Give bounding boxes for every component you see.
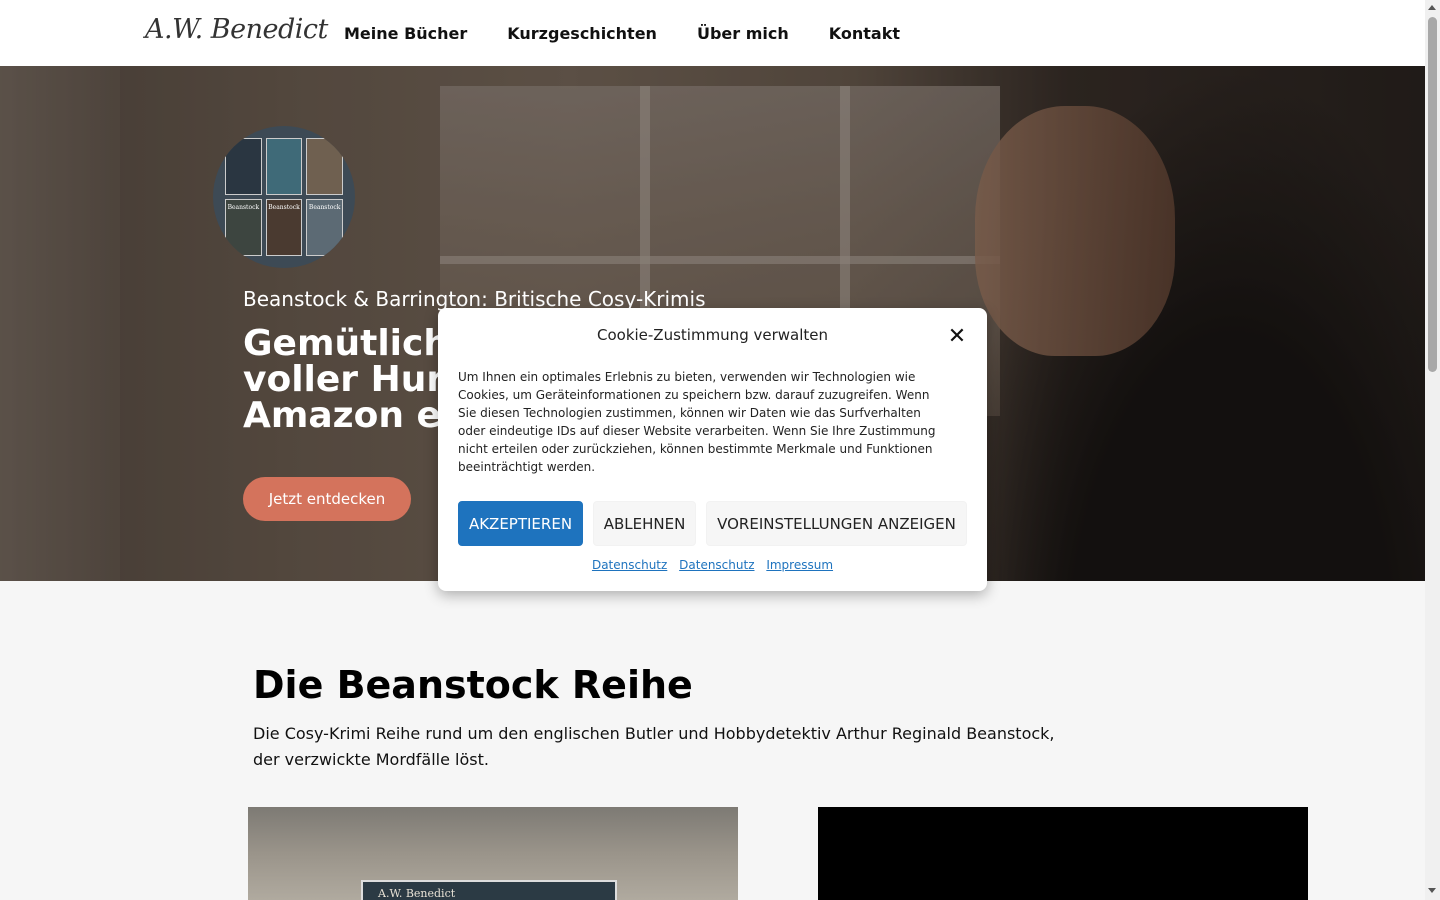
book-card-image[interactable]: A.W. Benedict — [248, 807, 738, 900]
scroll-up-icon[interactable] — [1428, 5, 1436, 10]
cookie-consent-modal: Cookie-Zustimmung verwalten ✕ Um Ihnen e… — [438, 308, 987, 591]
section-description: Die Cosy-Krimi Reihe rund um den englisc… — [253, 724, 1055, 769]
nav-meine-buecher[interactable]: Meine Bücher — [324, 24, 487, 43]
book-cover: Beanstock — [265, 199, 303, 256]
scrollbar-thumb[interactable] — [1428, 17, 1437, 372]
accept-button[interactable]: AKZEPTIEREN — [458, 501, 583, 546]
nav-ueber-mich[interactable]: Über mich — [677, 24, 809, 43]
privacy-link[interactable]: Datenschutz — [592, 558, 667, 572]
cookie-links: Datenschutz Datenschutz Impressum — [438, 558, 987, 572]
decline-button[interactable]: ABLEHNEN — [593, 501, 696, 546]
close-icon[interactable]: ✕ — [946, 326, 968, 348]
book-author: A.W. Benedict — [378, 887, 456, 900]
imprint-link[interactable]: Impressum — [766, 558, 833, 572]
book-cover — [265, 138, 303, 195]
nav-kontakt[interactable]: Kontakt — [809, 24, 920, 43]
book-collection-image: Beanstock Beanstock Beanstock — [213, 126, 355, 268]
main-nav: Meine Bücher Kurzgeschichten Über mich K… — [324, 0, 920, 66]
section-title: Die Beanstock Reihe — [253, 663, 693, 707]
nav-kurzgeschichten[interactable]: Kurzgeschichten — [487, 24, 677, 43]
site-header: A.W. Benedict Meine Bücher Kurzgeschicht… — [0, 0, 1425, 66]
cookie-title: Cookie-Zustimmung verwalten — [596, 326, 828, 344]
privacy-link[interactable]: Datenschutz — [679, 558, 754, 572]
preferences-button[interactable]: VOREINSTELLUNGEN ANZEIGEN — [706, 501, 967, 546]
scroll-down-icon[interactable] — [1428, 888, 1436, 893]
discover-button[interactable]: Jetzt entdecken — [243, 477, 411, 521]
cookie-text: Um Ihnen ein optimales Erlebnis zu biete… — [458, 370, 936, 474]
video-card[interactable] — [818, 807, 1308, 900]
site-logo[interactable]: A.W. Benedict — [145, 14, 328, 45]
page-scrollbar[interactable] — [1425, 0, 1440, 900]
